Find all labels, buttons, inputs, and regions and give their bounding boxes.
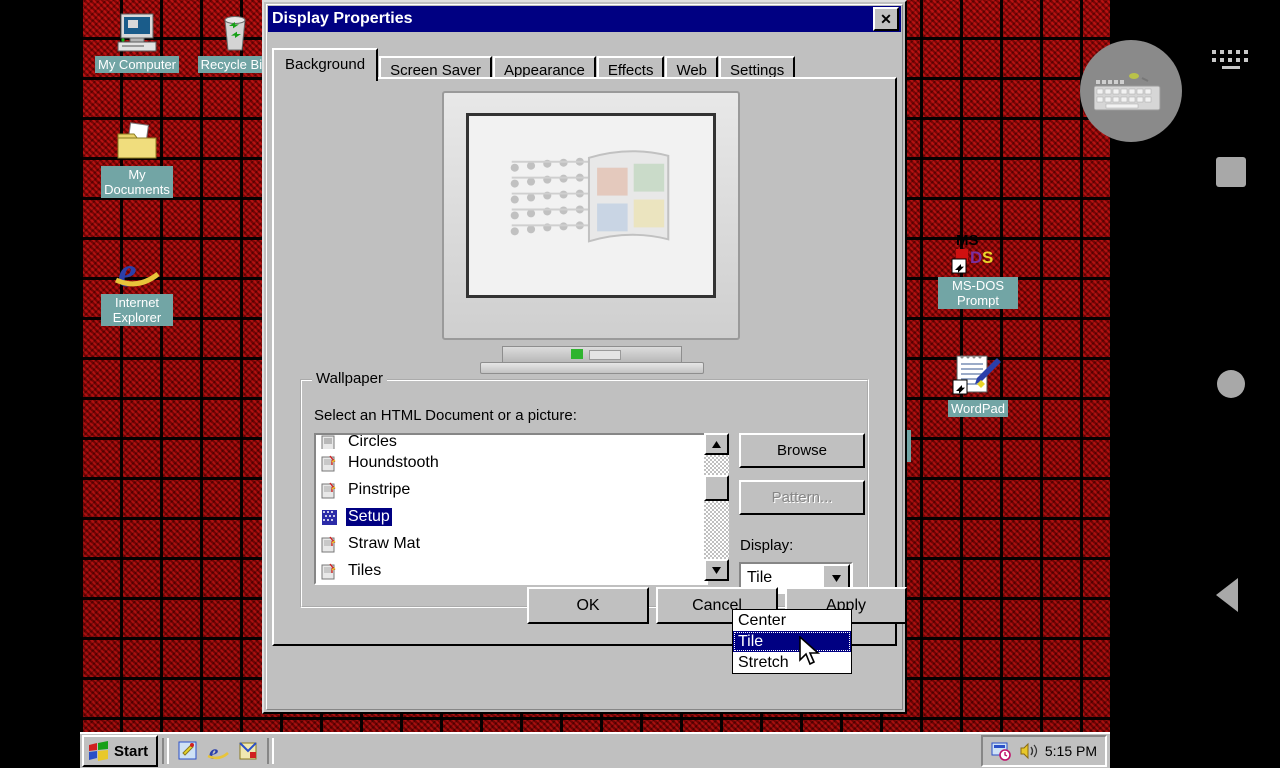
wallpaper-file-icon bbox=[321, 435, 335, 449]
list-item-selected[interactable]: Setup bbox=[316, 503, 706, 530]
wallpaper-group-title: Wallpaper bbox=[312, 370, 387, 387]
display-properties-dialog[interactable]: Display Properties ✕ Background Screen S… bbox=[262, 0, 907, 714]
close-icon[interactable]: ✕ bbox=[873, 7, 899, 31]
list-item[interactable]: Circles bbox=[316, 435, 706, 449]
desktop-icon-label: MS-DOS Prompt bbox=[938, 277, 1018, 309]
view-channels-icon[interactable] bbox=[235, 738, 261, 764]
taskbar-clock[interactable]: 5:15 PM bbox=[1045, 743, 1097, 759]
svg-text:D: D bbox=[970, 248, 982, 267]
keyboard-icon bbox=[1094, 73, 1161, 111]
task-scheduler-icon bbox=[991, 742, 1011, 761]
scrollbar-track[interactable] bbox=[704, 455, 729, 559]
back-triangle-icon[interactable] bbox=[1216, 578, 1238, 612]
windows-flag-icon bbox=[89, 741, 108, 761]
wallpaper-file-icon bbox=[321, 455, 336, 471]
taskbar-separator bbox=[162, 738, 170, 764]
desktop-icon-label: My Computer bbox=[94, 56, 180, 73]
show-desktop-icon[interactable] bbox=[175, 738, 201, 764]
dialog-title-bar[interactable]: Display Properties ✕ bbox=[268, 6, 901, 32]
system-tray[interactable]: 5:15 PM bbox=[980, 735, 1107, 767]
my-computer-icon bbox=[92, 4, 182, 56]
list-item[interactable]: Straw Mat bbox=[316, 530, 706, 557]
home-circle-icon[interactable] bbox=[1217, 370, 1245, 398]
wallpaper-file-icon bbox=[321, 482, 336, 498]
svg-text:e: e bbox=[118, 250, 137, 294]
desktop-icon-label: Internet Explorer bbox=[101, 294, 173, 326]
wallpaper-setup-icon bbox=[322, 509, 337, 525]
display-mode-value: Tile bbox=[747, 569, 773, 586]
scrollbar-thumb[interactable] bbox=[704, 475, 729, 501]
dropdown-option-center[interactable]: Center bbox=[733, 610, 851, 631]
emulator-screen: My Computer Recycle Bin My Documents e I… bbox=[0, 0, 1280, 768]
recents-square-icon[interactable] bbox=[1216, 157, 1246, 187]
scroll-down-icon[interactable] bbox=[704, 559, 729, 581]
dialog-title: Display Properties bbox=[272, 10, 413, 27]
svg-text:e: e bbox=[209, 740, 218, 763]
monitor-screen-preview bbox=[466, 113, 716, 298]
list-item[interactable]: Tiles bbox=[316, 557, 706, 583]
monitor-base bbox=[480, 362, 704, 374]
desktop-icon-internet-explorer[interactable]: e Internet Explorer bbox=[92, 242, 182, 326]
wallpaper-file-icon bbox=[321, 536, 336, 552]
desktop-icon-my-documents[interactable]: My Documents bbox=[92, 114, 182, 198]
internet-explorer-icon: e bbox=[92, 242, 182, 294]
list-item[interactable]: Pinstripe bbox=[316, 476, 706, 503]
wallpaper-file-icon bbox=[321, 563, 336, 579]
list-item[interactable]: Houndstooth bbox=[316, 449, 706, 476]
display-mode-dropdown-list[interactable]: Center Tile Stretch bbox=[732, 609, 852, 674]
wallpaper-list-scrollbar[interactable] bbox=[704, 433, 729, 581]
wallpaper-file-icon bbox=[320, 584, 340, 585]
volume-icon bbox=[1020, 742, 1037, 760]
desktop-icon-wordpad[interactable]: WordPad bbox=[933, 348, 1023, 418]
pattern-button[interactable]: Pattern... bbox=[739, 480, 865, 515]
wallpaper-list[interactable]: Circles Houndstooth Pinstripe Setup Stra… bbox=[314, 433, 708, 585]
start-button[interactable]: Start bbox=[82, 735, 159, 767]
dropdown-option-stretch[interactable]: Stretch bbox=[733, 652, 851, 673]
keyboard-toggle-icon[interactable] bbox=[1212, 50, 1250, 77]
display-mode-label: Display: bbox=[740, 537, 794, 554]
svg-text:MS: MS bbox=[956, 232, 979, 249]
setup-wallpaper-preview bbox=[469, 116, 713, 295]
wordpad-icon bbox=[933, 348, 1023, 400]
close-glyph: ✕ bbox=[880, 11, 892, 27]
taskbar-separator-2 bbox=[267, 738, 275, 764]
svg-text:S: S bbox=[982, 248, 993, 267]
taskbar[interactable]: Start e 5:15 PM bbox=[80, 732, 1110, 768]
internet-explorer-icon[interactable]: e bbox=[205, 738, 231, 764]
list-item[interactable]: Triangles bbox=[316, 584, 706, 585]
mouse-cursor bbox=[798, 635, 822, 673]
dropdown-option-tile[interactable]: Tile bbox=[733, 631, 851, 652]
wallpaper-select-label: Select an HTML Document or a picture: bbox=[314, 407, 577, 424]
desktop-icon-ms-dos-prompt[interactable]: MS D S MS-DOS Prompt bbox=[933, 225, 1023, 309]
desktop-icon-label: My Documents bbox=[101, 166, 173, 198]
desktop-icon-my-computer[interactable]: My Computer bbox=[92, 4, 182, 74]
ok-button[interactable]: OK bbox=[527, 587, 649, 624]
monitor-preview bbox=[442, 91, 740, 374]
start-label: Start bbox=[114, 742, 149, 760]
my-documents-icon bbox=[92, 114, 182, 166]
scroll-up-icon[interactable] bbox=[704, 433, 729, 455]
keyboard-overlay-button[interactable] bbox=[1080, 40, 1182, 142]
desktop-icon-label: WordPad bbox=[948, 400, 1008, 417]
tab-background[interactable]: Background bbox=[272, 48, 379, 81]
tab-page-background: Wallpaper Select an HTML Document or a p… bbox=[272, 77, 907, 646]
browse-button[interactable]: Browse bbox=[739, 433, 865, 468]
ms-dos-prompt-icon: MS D S bbox=[933, 225, 1023, 277]
wallpaper-group: Wallpaper Select an HTML Document or a p… bbox=[300, 370, 869, 608]
